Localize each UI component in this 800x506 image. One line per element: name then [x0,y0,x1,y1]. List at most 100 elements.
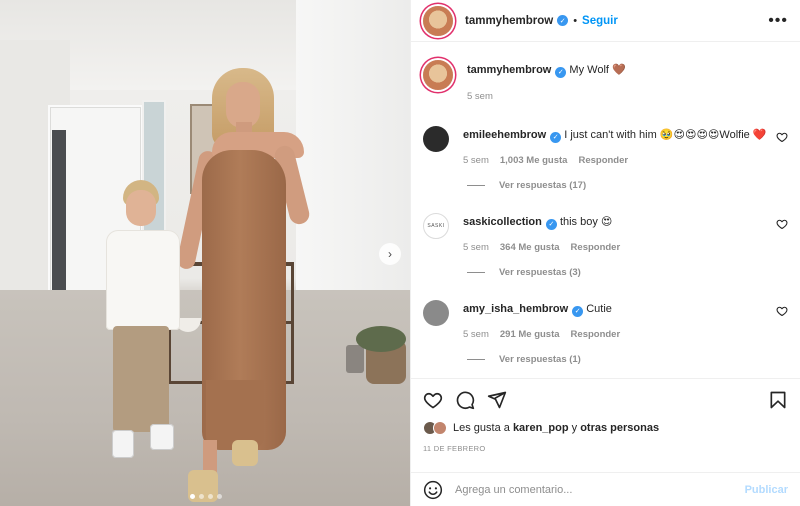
comment-like-heart-icon[interactable] [776,305,788,317]
comment-time[interactable]: 5 sem [463,155,489,166]
view-replies-label: Ver respuestas (1) [499,354,581,365]
comment-likes[interactable]: 1,003 Me gusta [500,155,568,166]
replies-divider [467,359,485,360]
photo-boy-pants [113,326,169,432]
carousel-dot [190,494,195,499]
avatar[interactable] [423,300,449,326]
view-replies-button[interactable]: Ver respuestas (1) [463,354,775,365]
comment-username[interactable]: emileehembrow [463,129,546,141]
likes-summary[interactable]: Les gusta a karen_pop y otras personas [423,421,788,435]
chevron-right-icon: › [388,247,392,261]
likes-suffix: y [571,422,578,434]
comment-text: emileehembrow ✓ I just can't with him 🥹😍😍… [463,128,775,143]
replies-divider [467,272,485,273]
comment-username[interactable]: saskicollection [463,216,542,228]
caption-content: My Wolf 🤎 [569,64,626,76]
comment-likes[interactable]: 291 Me gusta [500,329,560,340]
avatar[interactable] [423,60,453,90]
avatar [433,421,447,435]
likes-others[interactable]: otras personas [580,422,659,434]
comment-body: saskicollection ✓ this boy 😍 5 sem 364 Me g… [463,209,775,278]
reply-button[interactable]: Responder [571,242,621,253]
verified-badge-icon: ✓ [555,67,567,78]
photo-boy-shoe [112,430,134,458]
comment-meta: 5 sem 1,003 Me gusta Responder [463,155,775,166]
comment-time[interactable]: 5 sem [463,329,489,340]
more-options-icon[interactable]: ••• [768,12,788,30]
carousel-dots [190,494,222,499]
comment: emileehembrow ✓ I just can't with him 🥹😍😍… [423,122,788,191]
comment-like-heart-icon[interactable] [776,218,788,230]
post-header: tammyhembrow ✓ • Seguir ••• [411,0,800,42]
likes-text: Les gusta a karen_pop y otras personas [453,422,659,434]
caption-username[interactable]: tammyhembrow [467,64,551,76]
caption-text: tammyhembrow ✓ My Wolf 🤎 [467,63,779,78]
post-actions: Les gusta a karen_pop y otras personas 1… [411,378,800,453]
comment: SASKI saskicollection ✓ this boy 😍 5 sem 364… [423,209,788,278]
caption-time: 5 sem [467,91,493,102]
photo-boy-face [126,190,156,226]
emoji-icon[interactable] [423,480,443,500]
share-send-icon[interactable] [487,390,507,410]
action-icons [423,389,788,411]
comment-username[interactable]: amy_isha_hembrow [463,303,568,315]
carousel-dot [217,494,222,499]
like-heart-icon[interactable] [423,390,443,410]
post-date[interactable]: 11 de febrero [423,444,788,453]
photo-woman-shoe [232,440,258,466]
photo-plant [356,326,406,352]
comment: amy_isha_hembrow ✓ Cutie 5 sem 291 Me gusta… [423,296,788,365]
avatar[interactable] [423,5,453,36]
verified-badge-icon: ✓ [545,219,557,230]
avatar[interactable] [423,126,449,152]
caption-meta: 5 sem [467,91,779,102]
comment-composer: Publicar [411,472,800,506]
carousel-dot [208,494,213,499]
comment-meta: 5 sem 364 Me gusta Responder [463,242,775,253]
header-separator: • [573,14,578,27]
save-bookmark-icon[interactable] [768,390,788,410]
reply-button[interactable]: Responder [578,155,628,166]
comment-bubble-icon[interactable] [455,390,475,410]
comment-threads: emileehembrow ✓ I just can't with him 🥹😍😍… [423,122,788,365]
comment-text: amy_isha_hembrow ✓ Cutie [463,302,775,317]
publish-button[interactable]: Publicar [745,484,788,496]
post-photo[interactable]: › [0,0,410,506]
carousel-next-button[interactable]: › [379,243,401,265]
avatar-logo-text: SASKI [427,223,445,229]
likes-prefix: Les gusta a [453,422,510,434]
view-replies-label: Ver respuestas (17) [499,180,587,191]
author-username[interactable]: tammyhembrow [465,15,553,27]
photo-door-glass [52,130,66,300]
avatar[interactable]: SASKI [423,213,449,239]
replies-divider [467,185,485,186]
view-replies-button[interactable]: Ver respuestas (17) [463,180,775,191]
comment-meta: 5 sem 291 Me gusta Responder [463,329,775,340]
comment-text: saskicollection ✓ this boy 😍 [463,215,775,230]
post-side-panel: tammyhembrow ✓ • Seguir ••• tammyhembrow… [410,0,800,506]
verified-badge-icon: ✓ [550,132,562,143]
instagram-post-modal: › tammyhembrow ✓ • Seguir ••• tammyhembr… [0,0,800,506]
comment-body: amy_isha_hembrow ✓ Cutie 5 sem 291 Me gusta… [463,296,775,365]
comment-body: emileehembrow ✓ I just can't with him 🥹😍😍… [463,122,775,191]
carousel-dot [199,494,204,499]
view-replies-button[interactable]: Ver respuestas (3) [463,267,775,278]
likes-user[interactable]: karen_pop [513,422,569,434]
verified-badge-icon: ✓ [572,306,584,317]
caption: tammyhembrow ✓ My Wolf 🤎 5 sem [423,58,788,102]
photo-stool [346,345,364,373]
photo-boy-shirt [106,230,180,330]
comments-list[interactable]: tammyhembrow ✓ My Wolf 🤎 5 sem emileehemb… [411,42,800,377]
follow-button[interactable]: Seguir [582,15,618,27]
verified-badge-icon: ✓ [557,15,569,26]
caption-body: tammyhembrow ✓ My Wolf 🤎 5 sem [467,58,779,102]
comment-likes[interactable]: 364 Me gusta [500,242,560,253]
comment-content: I just can't with him 🥹😍😍😍😍Wolfie ❤️ [564,129,767,141]
comment-time[interactable]: 5 sem [463,242,489,253]
reply-button[interactable]: Responder [571,329,621,340]
photo-boy-shoe [150,424,174,450]
comment-content: this boy 😍 [559,216,613,228]
comment-input[interactable] [455,483,745,496]
comment-like-heart-icon[interactable] [776,131,788,143]
comment-content: Cutie [586,303,612,315]
